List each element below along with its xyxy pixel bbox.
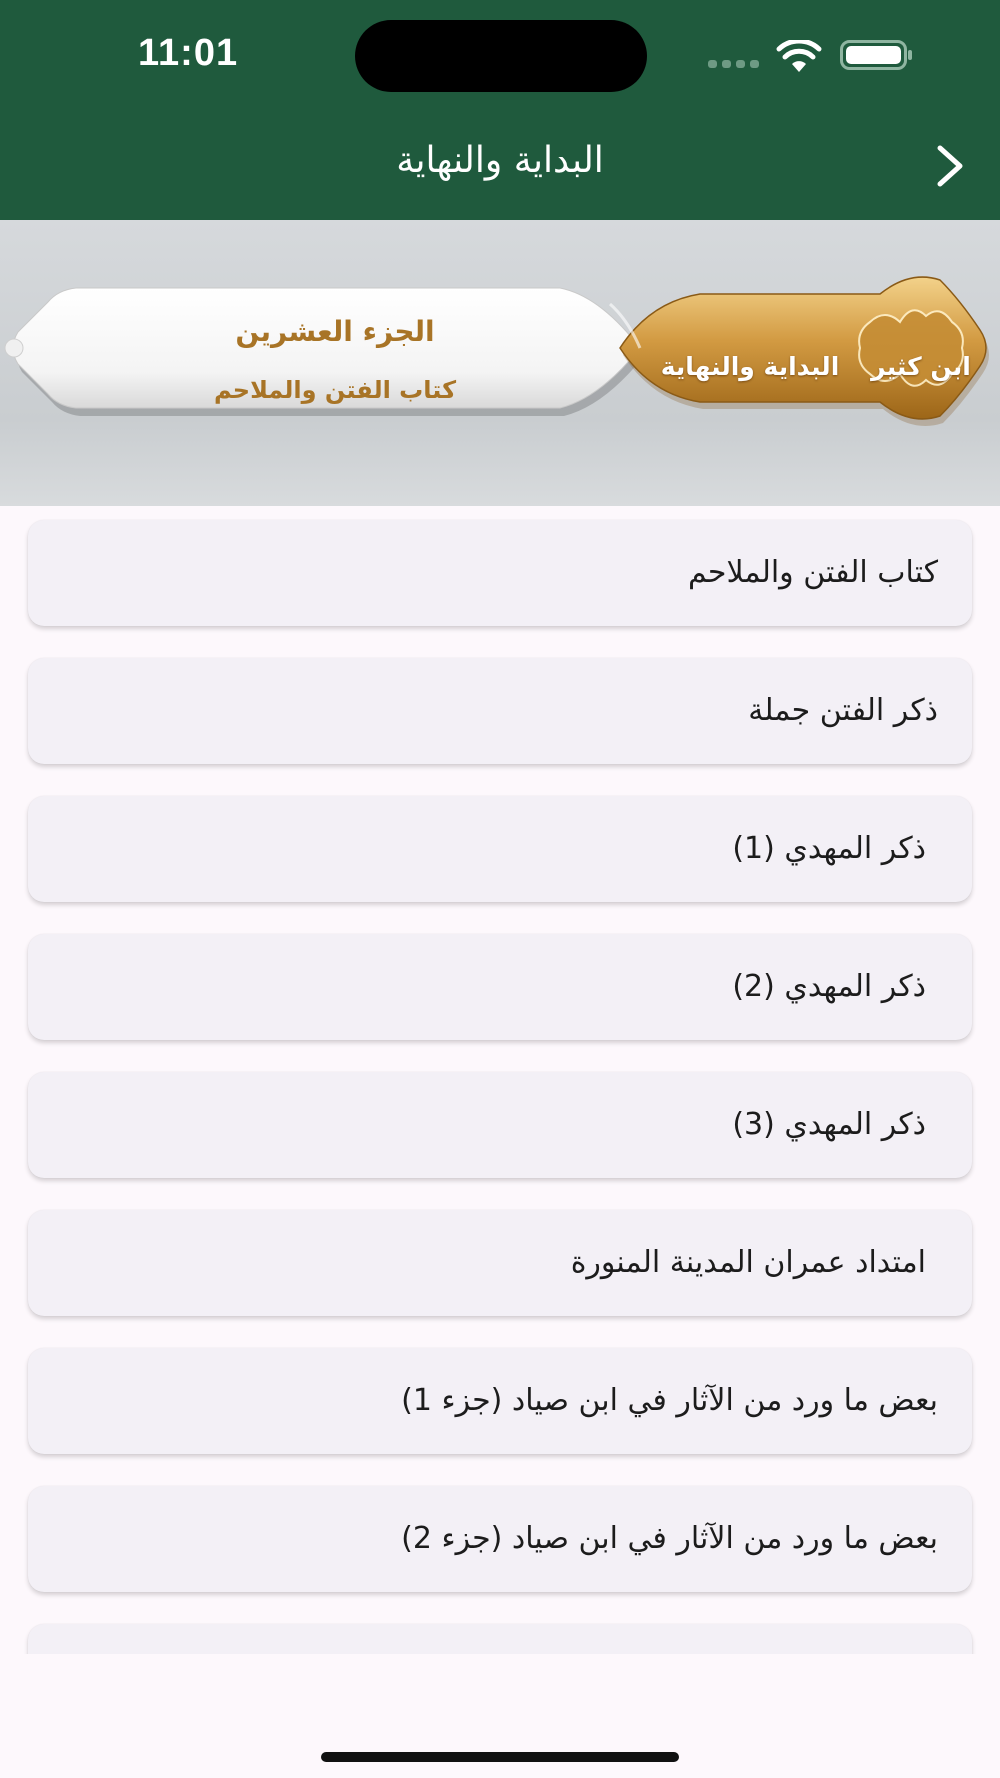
page-title: البداية والنهاية (396, 140, 604, 181)
chapter-item-label: بعض ما ورد من الآثار في ابن صياد (جزء 1) (401, 1383, 938, 1418)
book-banner (0, 220, 1000, 506)
chapter-item[interactable]: ذكر المهدي (1) (28, 796, 972, 902)
chapter-item[interactable] (28, 1624, 972, 1654)
wifi-icon (776, 40, 822, 72)
chapter-item[interactable]: ذكر المهدي (2) (28, 934, 972, 1040)
chapter-item-label: كتاب الفتن والملاحم (687, 555, 938, 590)
home-indicator[interactable] (321, 1752, 679, 1762)
chapter-item-label: بعض ما ورد من الآثار في ابن صياد (جزء 2) (401, 1521, 938, 1556)
banner-author: ابن كثير (871, 352, 971, 381)
status-time: 11:01 (138, 32, 239, 74)
chapter-item-label: امتداد عمران المدينة المنورة (570, 1245, 926, 1280)
banner-book-title: البداية والنهاية (660, 352, 840, 381)
chapter-item[interactable]: بعض ما ورد من الآثار في ابن صياد (جزء 2) (28, 1486, 972, 1592)
cellular-signal-icon (708, 58, 762, 70)
chapter-item-label: ذكر المهدي (3) (732, 1107, 926, 1142)
chapter-item[interactable]: بعض ما ورد من الآثار في ابن صياد (جزء 1) (28, 1348, 972, 1454)
chapter-list[interactable]: كتاب الفتن والملاحم ذكر الفتن جملة ذكر ا… (0, 506, 1000, 1654)
volume-title: الجزء العشرين (235, 315, 435, 348)
chapter-item-label: ذكر المهدي (1) (732, 831, 926, 866)
dynamic-island (355, 20, 647, 92)
chapter-item[interactable]: امتداد عمران المدينة المنورة (28, 1210, 972, 1316)
chapter-item[interactable]: ذكر المهدي (3) (28, 1072, 972, 1178)
chapter-item[interactable]: كتاب الفتن والملاحم (28, 520, 972, 626)
chapter-item-label: ذكر الفتن جملة (748, 693, 938, 728)
chevron-right-icon[interactable] (930, 142, 970, 190)
banner-scroll-art (4, 276, 989, 426)
chapter-item[interactable]: ذكر الفتن جملة (28, 658, 972, 764)
header-bar: 11:01 البداية والنهاية (0, 0, 1000, 220)
chapter-item-label: ذكر المهدي (2) (732, 969, 926, 1004)
volume-subtitle: كتاب الفتن والملاحم (213, 376, 457, 404)
battery-icon (840, 40, 912, 70)
